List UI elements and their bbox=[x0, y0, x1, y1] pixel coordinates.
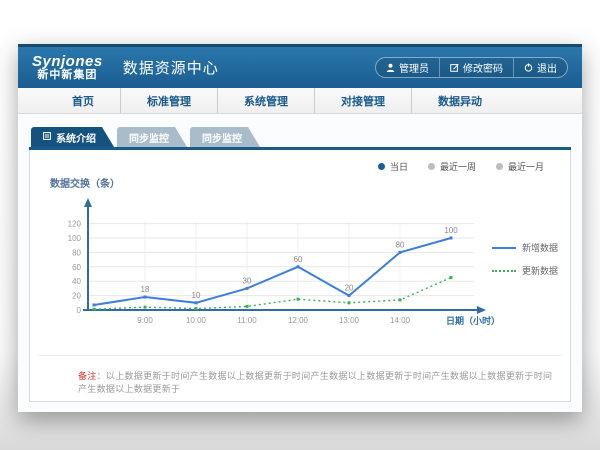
line-chart-svg: 0 20 40 60 80 100 120 9:00 10:00 11:00 12:00 13:00 1… bbox=[42, 194, 502, 329]
radio-icon bbox=[428, 163, 435, 170]
filter-label: 最近一周 bbox=[440, 160, 476, 173]
svg-text:20: 20 bbox=[345, 284, 354, 293]
svg-text:60: 60 bbox=[294, 255, 303, 264]
footnote-text: 以上数据更新于时间产生数据以上数据更新于时间产生数据以上数据更新于时间产生数据以… bbox=[78, 371, 552, 394]
svg-text:30: 30 bbox=[243, 276, 252, 285]
company-logo: Synjones 新中新集团 bbox=[32, 54, 103, 81]
legend-entry-update-data: 更新数据 bbox=[492, 264, 558, 277]
svg-text:100: 100 bbox=[444, 226, 458, 235]
tab-bar: 系统介绍 同步监控 同步监控 bbox=[29, 127, 571, 147]
radio-icon bbox=[496, 163, 503, 170]
footnote: 备注：以上数据更新于时间产生数据以上数据更新于时间产生数据以上数据更新于时间产生… bbox=[38, 355, 562, 401]
user-menu-button[interactable]: 管理员 bbox=[376, 58, 439, 77]
svg-text:0: 0 bbox=[77, 306, 82, 315]
solid-line-icon bbox=[492, 247, 516, 249]
tab-system-intro[interactable]: 系统介绍 bbox=[31, 127, 114, 147]
svg-text:18: 18 bbox=[141, 285, 150, 294]
chart-legend: 新增数据 更新数据 bbox=[492, 241, 558, 277]
svg-text:120: 120 bbox=[68, 220, 82, 229]
logo-text: Synjones bbox=[32, 54, 103, 70]
svg-text:14:00: 14:00 bbox=[390, 316, 411, 325]
svg-text:10:00: 10:00 bbox=[186, 316, 207, 325]
tab-sync-monitor-2[interactable]: 同步监控 bbox=[190, 127, 260, 147]
content-area: 系统介绍 同步监控 同步监控 当日 最近一周 bbox=[18, 114, 582, 409]
nav-item-home[interactable]: 首页 bbox=[46, 88, 121, 113]
dotted-line-icon bbox=[492, 270, 516, 272]
legend-label: 新增数据 bbox=[522, 241, 558, 254]
nav-item-standard-mgmt[interactable]: 标准管理 bbox=[121, 88, 218, 113]
document-icon bbox=[43, 132, 51, 143]
app-header: Synjones 新中新集团 数据资源中心 管理员 修改密码 退出 bbox=[18, 44, 582, 88]
power-icon bbox=[524, 63, 533, 72]
logo-subtext: 新中新集团 bbox=[37, 70, 97, 82]
user-label: 管理员 bbox=[399, 60, 429, 75]
svg-text:80: 80 bbox=[72, 248, 81, 257]
logout-label: 退出 bbox=[537, 60, 557, 75]
filter-option-last-week[interactable]: 最近一周 bbox=[428, 160, 476, 173]
tab-label: 同步监控 bbox=[202, 130, 242, 145]
user-icon bbox=[386, 63, 395, 72]
tab-label: 同步监控 bbox=[129, 130, 169, 145]
time-range-filter: 当日 最近一周 最近一月 bbox=[38, 156, 562, 173]
svg-text:13:00: 13:00 bbox=[339, 316, 360, 325]
radio-icon bbox=[378, 163, 385, 170]
svg-text:40: 40 bbox=[72, 277, 81, 286]
svg-text:100: 100 bbox=[68, 234, 82, 243]
svg-text:10: 10 bbox=[192, 291, 201, 300]
line-chart: 数据交换（条） 0 20 40 60 80 100 120 9:00 10:00 11:00 12:… bbox=[38, 175, 562, 329]
filter-option-last-month[interactable]: 最近一月 bbox=[496, 160, 544, 173]
filter-option-today[interactable]: 当日 bbox=[378, 160, 408, 173]
main-nav: 首页 标准管理 系统管理 对接管理 数据异动 bbox=[18, 88, 582, 114]
svg-text:20: 20 bbox=[72, 292, 81, 301]
svg-text:9:00: 9:00 bbox=[137, 316, 153, 325]
app-window: Synjones 新中新集团 数据资源中心 管理员 修改密码 退出 bbox=[18, 44, 582, 412]
legend-entry-new-data: 新增数据 bbox=[492, 241, 558, 254]
svg-text:日期（小时）: 日期（小时） bbox=[446, 315, 500, 326]
footnote-label: 备注 bbox=[78, 371, 97, 381]
nav-item-data-change[interactable]: 数据异动 bbox=[412, 88, 508, 113]
svg-text:80: 80 bbox=[396, 240, 405, 249]
chart-panel: 当日 最近一周 最近一月 数据交换（条） 0 20 40 60 80 100 120 9:00… bbox=[29, 150, 571, 402]
edit-icon bbox=[450, 63, 459, 72]
change-password-button[interactable]: 修改密码 bbox=[439, 58, 513, 77]
page-background: { "header": { "logo_line1": "Synjones", … bbox=[0, 0, 600, 450]
tab-label: 系统介绍 bbox=[56, 130, 96, 145]
nav-item-system-mgmt[interactable]: 系统管理 bbox=[218, 88, 315, 113]
svg-text:11:00: 11:00 bbox=[237, 316, 257, 325]
legend-label: 更新数据 bbox=[522, 264, 558, 277]
logout-button[interactable]: 退出 bbox=[513, 58, 567, 77]
page-title: 数据资源中心 bbox=[123, 57, 219, 78]
user-toolbar: 管理员 修改密码 退出 bbox=[375, 57, 568, 78]
tab-sync-monitor-1[interactable]: 同步监控 bbox=[117, 127, 187, 147]
y-axis-title: 数据交换（条） bbox=[50, 175, 562, 190]
filter-label: 当日 bbox=[390, 160, 408, 173]
svg-text:12:00: 12:00 bbox=[288, 316, 309, 325]
change-password-label: 修改密码 bbox=[463, 60, 503, 75]
footnote-separator: ： bbox=[97, 371, 106, 381]
filter-label: 最近一月 bbox=[508, 160, 544, 173]
svg-text:60: 60 bbox=[72, 263, 81, 272]
nav-item-interface-mgmt[interactable]: 对接管理 bbox=[315, 88, 412, 113]
